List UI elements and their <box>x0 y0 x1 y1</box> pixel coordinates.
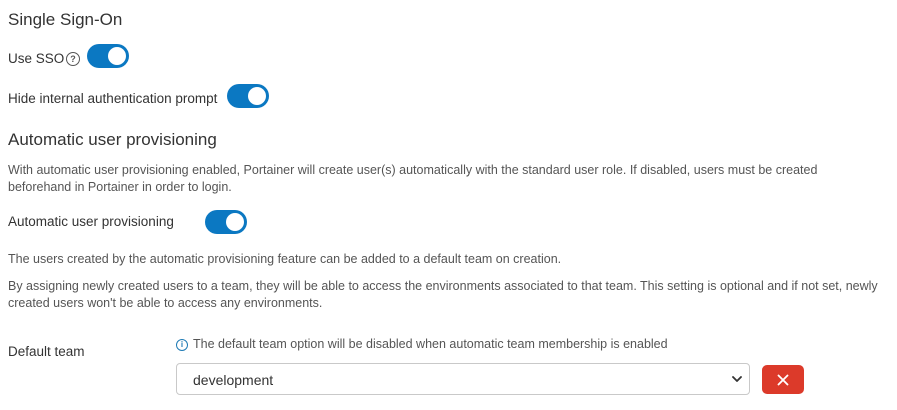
team-note-detail: By assigning newly created users to a te… <box>8 279 878 310</box>
provisioning-description: With automatic user provisioning enabled… <box>8 163 818 194</box>
provisioning-toggle[interactable] <box>205 210 247 234</box>
team-note: The users created by the automatic provi… <box>8 252 562 266</box>
default-team-select[interactable]: development <box>176 363 750 395</box>
sso-section-title: Single Sign-On <box>8 10 123 29</box>
provisioning-toggle-label: Automatic user provisioning <box>8 214 174 229</box>
question-circle-icon[interactable]: ? <box>66 52 80 66</box>
hide-prompt-label: Hide internal authentication prompt <box>8 91 218 106</box>
provisioning-section-title: Automatic user provisioning <box>8 130 217 149</box>
sso-settings-page: Single Sign-On Use SSO ? Hide internal a… <box>0 0 897 410</box>
info-circle-icon: i <box>176 339 188 351</box>
hide-prompt-toggle[interactable] <box>227 84 269 108</box>
chevron-down-icon <box>732 376 742 382</box>
close-icon <box>777 374 789 385</box>
remove-default-team-button[interactable] <box>762 365 804 394</box>
toggle-knob <box>248 87 266 105</box>
default-team-info: The default team option will be disabled… <box>193 337 668 351</box>
default-team-label: Default team <box>8 344 85 359</box>
use-sso-toggle[interactable] <box>87 44 129 68</box>
use-sso-label: Use SSO <box>8 51 65 66</box>
toggle-knob <box>226 213 244 231</box>
toggle-knob <box>108 47 126 65</box>
default-team-selected-value: development <box>193 372 274 388</box>
